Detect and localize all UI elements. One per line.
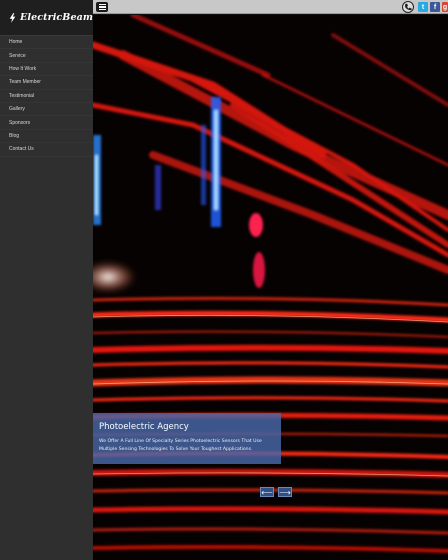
hero-slider-image xyxy=(93,15,448,560)
nav-item-sponsors[interactable]: Sponsors xyxy=(0,116,93,130)
slider-controls: ⟵ ⟶ xyxy=(260,487,292,497)
nav-item-contact-us[interactable]: Contact Us xyxy=(0,143,93,157)
nav-item-gallery[interactable]: Gallery xyxy=(0,103,93,117)
light-trails-background xyxy=(93,15,448,560)
brand-logo[interactable]: ElectricBeam xyxy=(0,0,93,36)
nav-link[interactable]: Contact Us xyxy=(9,146,34,152)
prev-arrow-button[interactable]: ⟵ xyxy=(260,487,274,497)
social-links: t f g xyxy=(402,1,448,13)
slider-caption: Photoelectric Agency We Offer A Full Lin… xyxy=(93,413,281,464)
top-bar: t f g xyxy=(93,0,448,14)
caption-text: We Offer A Full Line Of Specialty Series… xyxy=(99,439,262,452)
nav-item-team-member[interactable]: Team Member xyxy=(0,76,93,90)
next-arrow-button[interactable]: ⟶ xyxy=(278,487,292,497)
google-plus-icon[interactable]: g xyxy=(442,2,448,12)
facebook-icon[interactable]: f xyxy=(430,2,440,12)
sidebar: ElectricBeam Home Service How It Work Te… xyxy=(0,0,93,560)
nav-item-blog[interactable]: Blog xyxy=(0,130,93,144)
caption-title: Photoelectric Agency xyxy=(99,422,189,432)
nav-item-testimonial[interactable]: Testimonial xyxy=(0,90,93,103)
sidebar-nav: Home Service How It Work Team Member Tes… xyxy=(0,36,93,157)
nav-link[interactable]: Sponsors xyxy=(9,120,30,126)
nav-item-service[interactable]: Service xyxy=(0,49,93,63)
lightning-bolt-icon xyxy=(9,12,16,23)
nav-item-home[interactable]: Home xyxy=(0,36,93,50)
nav-link[interactable]: Team Member xyxy=(9,79,41,85)
phone-icon[interactable] xyxy=(402,1,414,13)
nav-link[interactable]: How It Work xyxy=(9,66,36,72)
nav-link[interactable]: Testimonial xyxy=(9,93,34,99)
nav-link[interactable]: Blog xyxy=(9,133,19,139)
twitter-icon[interactable]: t xyxy=(418,2,428,12)
hamburger-icon[interactable] xyxy=(96,2,108,12)
nav-link[interactable]: Home xyxy=(9,39,22,45)
nav-link[interactable]: Gallery xyxy=(9,106,25,112)
nav-item-how-it-work[interactable]: How It Work xyxy=(0,63,93,77)
nav-link[interactable]: Service xyxy=(9,53,26,59)
brand-name: ElectricBeam xyxy=(20,12,93,23)
